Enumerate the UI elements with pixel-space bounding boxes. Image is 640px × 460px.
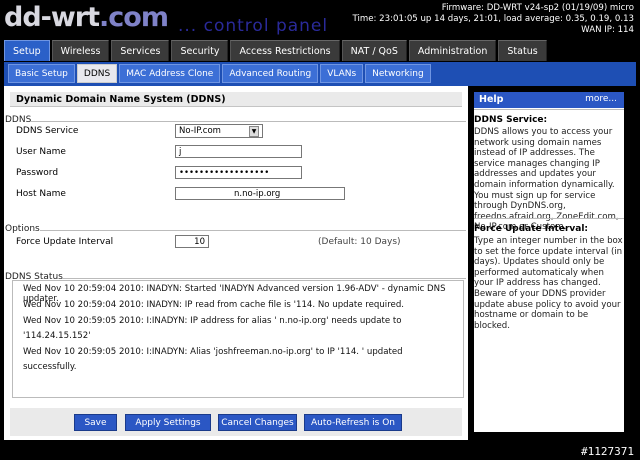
content-panel: Dynamic Domain Name System (DDNS) DDNS D… xyxy=(4,86,468,440)
help-panel: Help more... DDNS Service: DDNS allows y… xyxy=(474,92,624,432)
logo-text: dd-wrt xyxy=(4,2,100,33)
tab-setup[interactable]: Setup xyxy=(4,40,50,61)
subtab-networking[interactable]: Networking xyxy=(365,64,431,83)
password-label: Password xyxy=(16,168,59,178)
help-ddns-heading: DDNS Service: xyxy=(474,115,548,125)
help-force-heading: Force Update Interval: xyxy=(474,224,589,234)
force-update-label: Force Update Interval xyxy=(16,237,114,247)
log-line: Wed Nov 10 20:59:04 2010: INADYN: IP rea… xyxy=(23,300,405,310)
options-divider xyxy=(40,230,466,231)
tab-nat-qos[interactable]: NAT / QoS xyxy=(341,40,407,61)
uptime-text: Time: 23:01:05 up 14 days, 21:01, load a… xyxy=(352,14,635,24)
ddns-legend: DDNS xyxy=(5,115,32,125)
logo: dd-wrt.com xyxy=(4,2,169,33)
button-bar: Save Apply Settings Cancel Changes Auto-… xyxy=(10,408,462,436)
header: dd-wrt.com ... control panel Firmware: D… xyxy=(0,0,640,40)
ddns-status-log: Wed Nov 10 20:59:04 2010: INADYN: Starte… xyxy=(12,280,464,398)
status-divider xyxy=(62,278,466,279)
ddns-service-select[interactable]: No-IP.com ▼ xyxy=(175,124,263,138)
password-input[interactable]: •••••••••••••••••• xyxy=(175,166,302,179)
logo-dot: .com xyxy=(99,2,169,33)
tab-access-restrictions[interactable]: Access Restrictions xyxy=(230,40,340,61)
firmware-text: Firmware: DD-WRT v24-sp2 (01/19/09) micr… xyxy=(441,3,634,13)
subtab-ddns[interactable]: DDNS xyxy=(76,64,118,83)
hostname-label: Host Name xyxy=(16,189,66,199)
ddns-service-value: No-IP.com xyxy=(179,126,221,136)
system-info: Firmware: DD-WRT v24-sp2 (01/19/09) micr… xyxy=(353,3,635,36)
help-title: Help more... xyxy=(474,92,624,108)
help-divider xyxy=(474,218,624,219)
subtab-advanced-routing[interactable]: Advanced Routing xyxy=(222,64,319,83)
username-input[interactable]: j xyxy=(175,145,302,158)
options-legend: Options xyxy=(5,224,40,234)
tab-status[interactable]: Status xyxy=(498,40,547,61)
log-line: Wed Nov 10 20:59:05 2010: I:INADYN: IP a… xyxy=(23,316,402,326)
ddns-service-label: DDNS Service xyxy=(16,126,79,136)
apply-settings-button[interactable]: Apply Settings xyxy=(125,414,211,431)
tab-services[interactable]: Services xyxy=(111,40,170,61)
tagline: ... control panel xyxy=(178,16,329,36)
force-update-input[interactable]: 10 xyxy=(175,235,209,248)
username-label: User Name xyxy=(16,147,66,157)
tab-wireless[interactable]: Wireless xyxy=(51,40,110,61)
ddns-divider xyxy=(30,121,466,122)
log-line: successfully. xyxy=(23,362,77,372)
watermark-text: #1127371 xyxy=(581,445,634,458)
log-line: Wed Nov 10 20:59:05 2010: I:INADYN: Alia… xyxy=(23,347,403,357)
main-tabs: Setup Wireless Services Security Access … xyxy=(4,40,549,62)
save-button[interactable]: Save xyxy=(74,414,117,431)
help-divider xyxy=(474,109,624,110)
hostname-input[interactable]: n.no-ip.org xyxy=(175,187,345,200)
help-force-text: Type an integer number in the box to set… xyxy=(474,236,623,331)
sub-tabs: Basic Setup DDNS MAC Address Clone Advan… xyxy=(8,64,433,84)
tab-administration[interactable]: Administration xyxy=(408,40,497,61)
subtab-mac-clone[interactable]: MAC Address Clone xyxy=(119,64,221,83)
subtab-basic-setup[interactable]: Basic Setup xyxy=(8,64,75,83)
subtab-vlans[interactable]: VLANs xyxy=(320,64,364,83)
wan-ip-text: WAN IP: 114 xyxy=(581,25,634,35)
force-update-default: (Default: 10 Days) xyxy=(318,237,401,247)
help-title-text: Help xyxy=(479,94,504,105)
cancel-changes-button[interactable]: Cancel Changes xyxy=(218,414,297,431)
tab-security[interactable]: Security xyxy=(171,40,229,61)
section-title: Dynamic Domain Name System (DDNS) xyxy=(10,92,462,107)
chevron-down-icon: ▼ xyxy=(249,125,259,137)
auto-refresh-button[interactable]: Auto-Refresh is On xyxy=(304,414,402,431)
log-line: '114.24.15.152' xyxy=(23,331,91,341)
help-more-link[interactable]: more... xyxy=(585,94,617,104)
